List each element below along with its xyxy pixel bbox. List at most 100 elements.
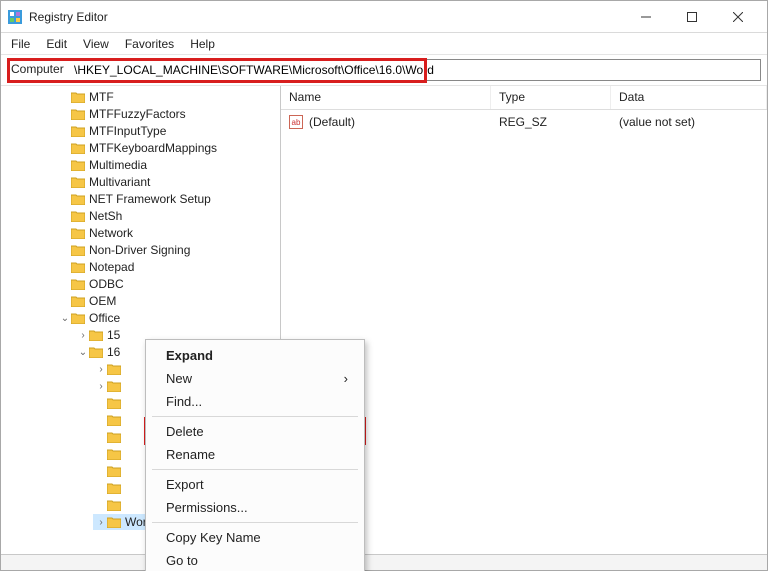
value-type: REG_SZ <box>491 115 611 129</box>
tree-node[interactable]: MTF <box>57 89 280 105</box>
tree-label: NET Framework Setup <box>89 192 211 206</box>
chevron-right-icon[interactable]: › <box>95 381 107 392</box>
header-data[interactable]: Data <box>611 86 767 109</box>
minimize-button[interactable] <box>623 2 669 32</box>
ctx-expand[interactable]: Expand <box>148 344 362 367</box>
tree-node[interactable]: MTFInputType <box>57 123 280 139</box>
ctx-new[interactable]: New› <box>148 367 362 390</box>
tree-node[interactable]: Multivariant <box>57 174 280 190</box>
tree-node[interactable]: MTFKeyboardMappings <box>57 140 280 156</box>
tree-label: MTF <box>89 90 114 104</box>
tree-node[interactable]: MTFFuzzyFactors <box>57 106 280 122</box>
folder-icon <box>107 448 121 460</box>
ctx-separator <box>152 469 358 470</box>
address-input[interactable] <box>7 59 761 81</box>
reg-string-icon: ab <box>289 115 303 129</box>
menu-file[interactable]: File <box>11 37 30 51</box>
window: Registry Editor File Edit View Favorites… <box>0 0 768 571</box>
ctx-export[interactable]: Export <box>148 473 362 496</box>
folder-icon <box>107 363 121 375</box>
folder-icon <box>71 227 85 239</box>
folder-icon <box>71 312 85 324</box>
folder-icon <box>89 329 103 341</box>
folder-icon <box>71 210 85 222</box>
ctx-rename[interactable]: Rename <box>148 443 362 466</box>
close-icon <box>733 12 743 22</box>
tree-label: Office <box>89 311 120 325</box>
chevron-right-icon[interactable]: › <box>95 364 107 375</box>
tree-label: 16 <box>107 345 120 359</box>
tree-label: MTFInputType <box>89 124 166 138</box>
maximize-button[interactable] <box>669 2 715 32</box>
maximize-icon <box>687 12 697 22</box>
ctx-copy-key-name[interactable]: Copy Key Name <box>148 526 362 549</box>
value-data: (value not set) <box>611 115 767 129</box>
chevron-right-icon: › <box>344 371 348 386</box>
list-row[interactable]: ab (Default) REG_SZ (value not set) <box>281 112 767 132</box>
tree-label: 15 <box>107 328 120 342</box>
folder-icon <box>107 431 121 443</box>
folder-icon <box>107 499 121 511</box>
value-name: (Default) <box>309 115 355 129</box>
folder-icon <box>107 380 121 392</box>
folder-icon <box>71 159 85 171</box>
titlebar: Registry Editor <box>1 1 767 33</box>
tree-label: Network <box>89 226 133 240</box>
minimize-icon <box>641 12 651 22</box>
tree-node[interactable]: Multimedia <box>57 157 280 173</box>
folder-icon <box>107 465 121 477</box>
tree-label: NetSh <box>89 209 122 223</box>
folder-icon <box>71 142 85 154</box>
folder-icon <box>107 397 121 409</box>
tree-label: Non-Driver Signing <box>89 243 190 257</box>
menu-edit[interactable]: Edit <box>46 37 67 51</box>
ctx-separator <box>152 522 358 523</box>
tree-label: MTFFuzzyFactors <box>89 107 186 121</box>
tree-label: ODBC <box>89 277 124 291</box>
ctx-delete[interactable]: Delete <box>148 420 362 443</box>
ctx-permissions[interactable]: Permissions... <box>148 496 362 519</box>
tree-node-office[interactable]: ⌄ Office <box>57 310 280 326</box>
chevron-right-icon[interactable]: › <box>77 330 89 341</box>
folder-icon <box>71 261 85 273</box>
chevron-down-icon[interactable]: ⌄ <box>59 313 71 324</box>
chevron-down-icon[interactable]: ⌄ <box>77 347 89 358</box>
addressbar-container: Computer <box>1 55 767 86</box>
ctx-goto-hkcu[interactable]: Go to HKEY_CURRENT_USER <box>148 549 362 571</box>
window-title: Registry Editor <box>29 10 108 24</box>
folder-icon <box>71 125 85 137</box>
tree-label: Multivariant <box>89 175 150 189</box>
menubar: File Edit View Favorites Help <box>1 33 767 55</box>
ctx-find[interactable]: Find... <box>148 390 362 413</box>
context-menu: Expand New› Find... Delete Rename Export… <box>145 339 365 571</box>
folder-icon <box>71 91 85 103</box>
close-button[interactable] <box>715 2 761 32</box>
tree-node[interactable]: Notepad <box>57 259 280 275</box>
folder-icon <box>107 414 121 426</box>
folder-icon <box>71 295 85 307</box>
menu-help[interactable]: Help <box>190 37 215 51</box>
folder-icon <box>71 108 85 120</box>
tree-node[interactable]: ODBC <box>57 276 280 292</box>
menu-favorites[interactable]: Favorites <box>125 37 174 51</box>
folder-icon <box>71 244 85 256</box>
folder-icon <box>107 516 121 528</box>
header-type[interactable]: Type <box>491 86 611 109</box>
tree-node[interactable]: NET Framework Setup <box>57 191 280 207</box>
folder-icon <box>89 346 103 358</box>
tree-node[interactable]: Non-Driver Signing <box>57 242 280 258</box>
regedit-icon <box>7 9 23 25</box>
tree-label: MTFKeyboardMappings <box>89 141 217 155</box>
tree-node[interactable]: NetSh <box>57 208 280 224</box>
ctx-separator <box>152 416 358 417</box>
header-name[interactable]: Name <box>281 86 491 109</box>
statusbar <box>1 554 767 570</box>
folder-icon <box>71 278 85 290</box>
tree-node[interactable]: OEM <box>57 293 280 309</box>
chevron-right-icon[interactable]: › <box>95 517 107 528</box>
tree-node[interactable]: Network <box>57 225 280 241</box>
tree-label: Notepad <box>89 260 134 274</box>
menu-view[interactable]: View <box>83 37 109 51</box>
tree-label: OEM <box>89 294 116 308</box>
folder-icon <box>71 176 85 188</box>
